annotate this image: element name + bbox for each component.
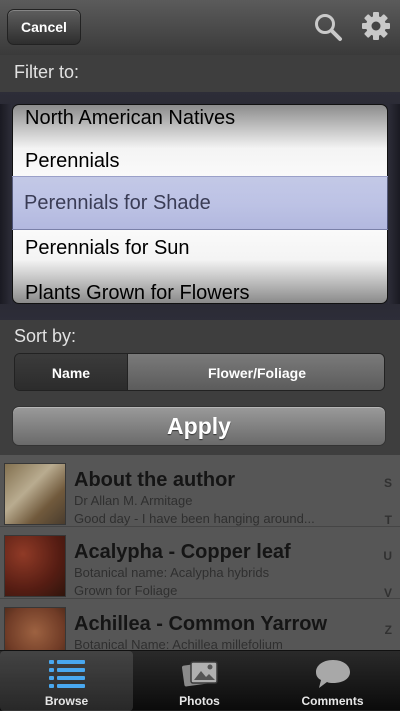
list-dim-overlay [0,455,400,650]
tab-bar: Browse Photos Comments [0,650,400,711]
picker-option[interactable]: Perennials [25,150,120,173]
list-icon [49,660,85,688]
speech-bubble-icon [316,660,350,688]
tab-photos[interactable]: Photos [133,651,266,711]
picker-right-edge [388,104,400,304]
picker-option[interactable]: Perennials for Sun [25,237,190,260]
sort-by-name-segment[interactable]: Name [15,354,128,390]
search-icon[interactable] [312,11,344,43]
photos-icon [181,661,218,687]
picker-option[interactable]: North American Natives [25,107,235,130]
top-bar: Cancel [0,0,400,55]
cancel-button[interactable]: Cancel [7,9,81,45]
sort-by-flower-foliage-segment[interactable]: Flower/Foliage [128,354,384,390]
apply-button[interactable]: Apply [12,406,386,446]
filter-label: Filter to: [14,62,80,82]
picker-option[interactable]: Plants Grown for Flowers [25,282,250,303]
picker-left-edge [0,104,12,304]
tab-label: Comments [301,694,364,708]
sort-segmented-control: Name Flower/Foliage [14,353,385,391]
tab-label: Browse [44,694,89,708]
gear-icon[interactable] [360,10,392,42]
tab-browse[interactable]: Browse [0,651,133,711]
picker-selected-option[interactable]: Perennials for Shade [24,192,211,215]
tab-comments[interactable]: Comments [266,651,399,711]
sort-label: Sort by: [14,326,77,346]
tab-label: Photos [179,694,220,708]
